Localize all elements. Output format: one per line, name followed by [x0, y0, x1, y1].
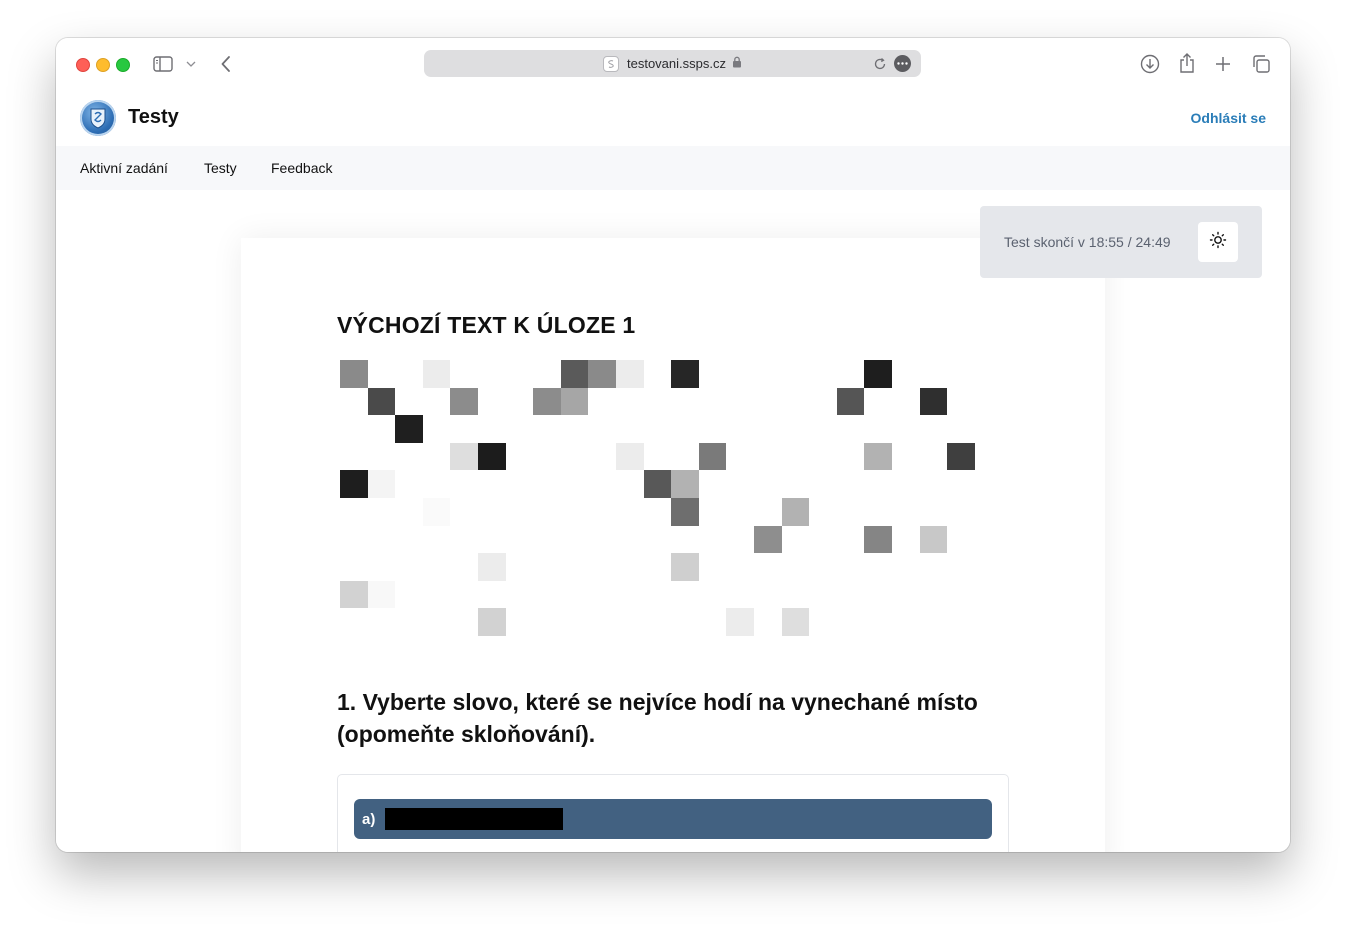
sun-icon	[1209, 231, 1227, 254]
site-favicon-icon	[603, 55, 619, 72]
mosaic-pixel	[616, 442, 644, 471]
mosaic-pixel	[478, 442, 506, 471]
mosaic-pixel	[588, 360, 616, 388]
school-logo[interactable]	[80, 100, 116, 136]
mosaic-pixel	[671, 470, 699, 498]
mosaic-pixel	[340, 470, 368, 498]
chevron-left-icon[interactable]	[216, 54, 236, 74]
share-icon[interactable]	[1176, 51, 1198, 75]
mosaic-pixel	[367, 470, 396, 498]
source-text-heading: VÝCHOZÍ TEXT K ÚLOZE 1	[337, 312, 636, 338]
answer-letter: a)	[362, 810, 376, 828]
mosaic-pixel	[781, 608, 810, 636]
mosaic-pixel	[698, 442, 727, 471]
mosaic-pixel	[450, 442, 478, 471]
question-text: 1. Vyberte slovo, které se nejvíce hodí …	[337, 689, 978, 747]
download-icon[interactable]	[1139, 53, 1161, 75]
mosaic-pixel	[560, 360, 589, 388]
chevron-down-icon[interactable]	[184, 57, 198, 71]
mosaic-pixel	[671, 360, 699, 388]
mosaic-pixel	[478, 553, 506, 581]
url-text: testovani.ssps.cz	[627, 56, 726, 71]
mosaic-pixel	[395, 415, 423, 443]
mosaic-pixel	[919, 387, 948, 416]
address-bar[interactable]: testovani.ssps.cz	[424, 50, 921, 77]
mosaic-pixel	[671, 553, 699, 581]
mosaic-pixel	[340, 360, 368, 388]
mosaic-pixel	[947, 442, 975, 471]
task-card: VÝCHOZÍ TEXT K ÚLOZE 1 1. Vyberte slovo,…	[241, 238, 1105, 852]
mosaic-pixel	[864, 360, 892, 388]
site-header: Testy Odhlásit se	[56, 90, 1290, 146]
lock-icon	[732, 56, 742, 71]
mosaic-pixel	[781, 498, 810, 526]
nav-item-feedback[interactable]: Feedback	[271, 160, 332, 176]
mosaic-pixel	[919, 525, 948, 554]
mosaic-pixel	[367, 580, 396, 609]
reload-icon[interactable]	[872, 56, 888, 72]
pixelated-source-text	[337, 360, 997, 640]
mosaic-pixel	[533, 387, 561, 416]
mosaic-pixel	[616, 360, 644, 388]
timer-text: Test skončí v 18:55 / 24:49	[1004, 234, 1171, 250]
site-title[interactable]: Testy	[128, 106, 179, 129]
answer-options: a)	[337, 774, 1009, 852]
browser-toolbar: testovani.ssps.cz	[56, 38, 1290, 90]
plus-icon[interactable]	[1213, 54, 1233, 74]
mosaic-pixel	[836, 387, 865, 416]
main-content: VÝCHOZÍ TEXT K ÚLOZE 1 1. Vyberte slovo,…	[56, 190, 1290, 852]
close-window-button[interactable]	[76, 58, 90, 72]
nav-item-tests[interactable]: Testy	[204, 160, 237, 176]
mosaic-pixel	[367, 387, 396, 416]
mosaic-pixel	[754, 525, 782, 554]
zoom-window-button[interactable]	[116, 58, 130, 72]
logout-link[interactable]: Odhlásit se	[1191, 110, 1266, 126]
main-nav: Aktivní zadání Testy Feedback	[56, 146, 1290, 190]
mosaic-pixel	[450, 387, 478, 416]
mosaic-pixel	[726, 608, 754, 636]
minimize-window-button[interactable]	[96, 58, 110, 72]
answer-option-a[interactable]: a)	[354, 799, 992, 839]
mosaic-pixel	[643, 470, 672, 498]
nav-item-active-assignments[interactable]: Aktivní zadání	[80, 160, 168, 176]
tabs-overview-icon[interactable]	[1250, 53, 1272, 75]
mosaic-pixel	[422, 360, 451, 388]
theme-toggle-button[interactable]	[1198, 222, 1238, 262]
mosaic-pixel	[671, 498, 699, 526]
test-timer: Test skončí v 18:55 / 24:49	[980, 206, 1262, 278]
mosaic-pixel	[340, 580, 368, 609]
browser-window: testovani.ssps.cz Testy Odhlásit se Akti…	[56, 38, 1290, 852]
mosaic-pixel	[422, 498, 451, 526]
sidebar-icon[interactable]	[152, 54, 174, 74]
mosaic-pixel	[864, 525, 892, 554]
mosaic-pixel	[560, 387, 589, 416]
mosaic-pixel	[864, 442, 892, 471]
redacted-answer-text	[385, 808, 564, 830]
more-icon[interactable]	[894, 55, 911, 72]
mosaic-pixel	[478, 608, 506, 636]
